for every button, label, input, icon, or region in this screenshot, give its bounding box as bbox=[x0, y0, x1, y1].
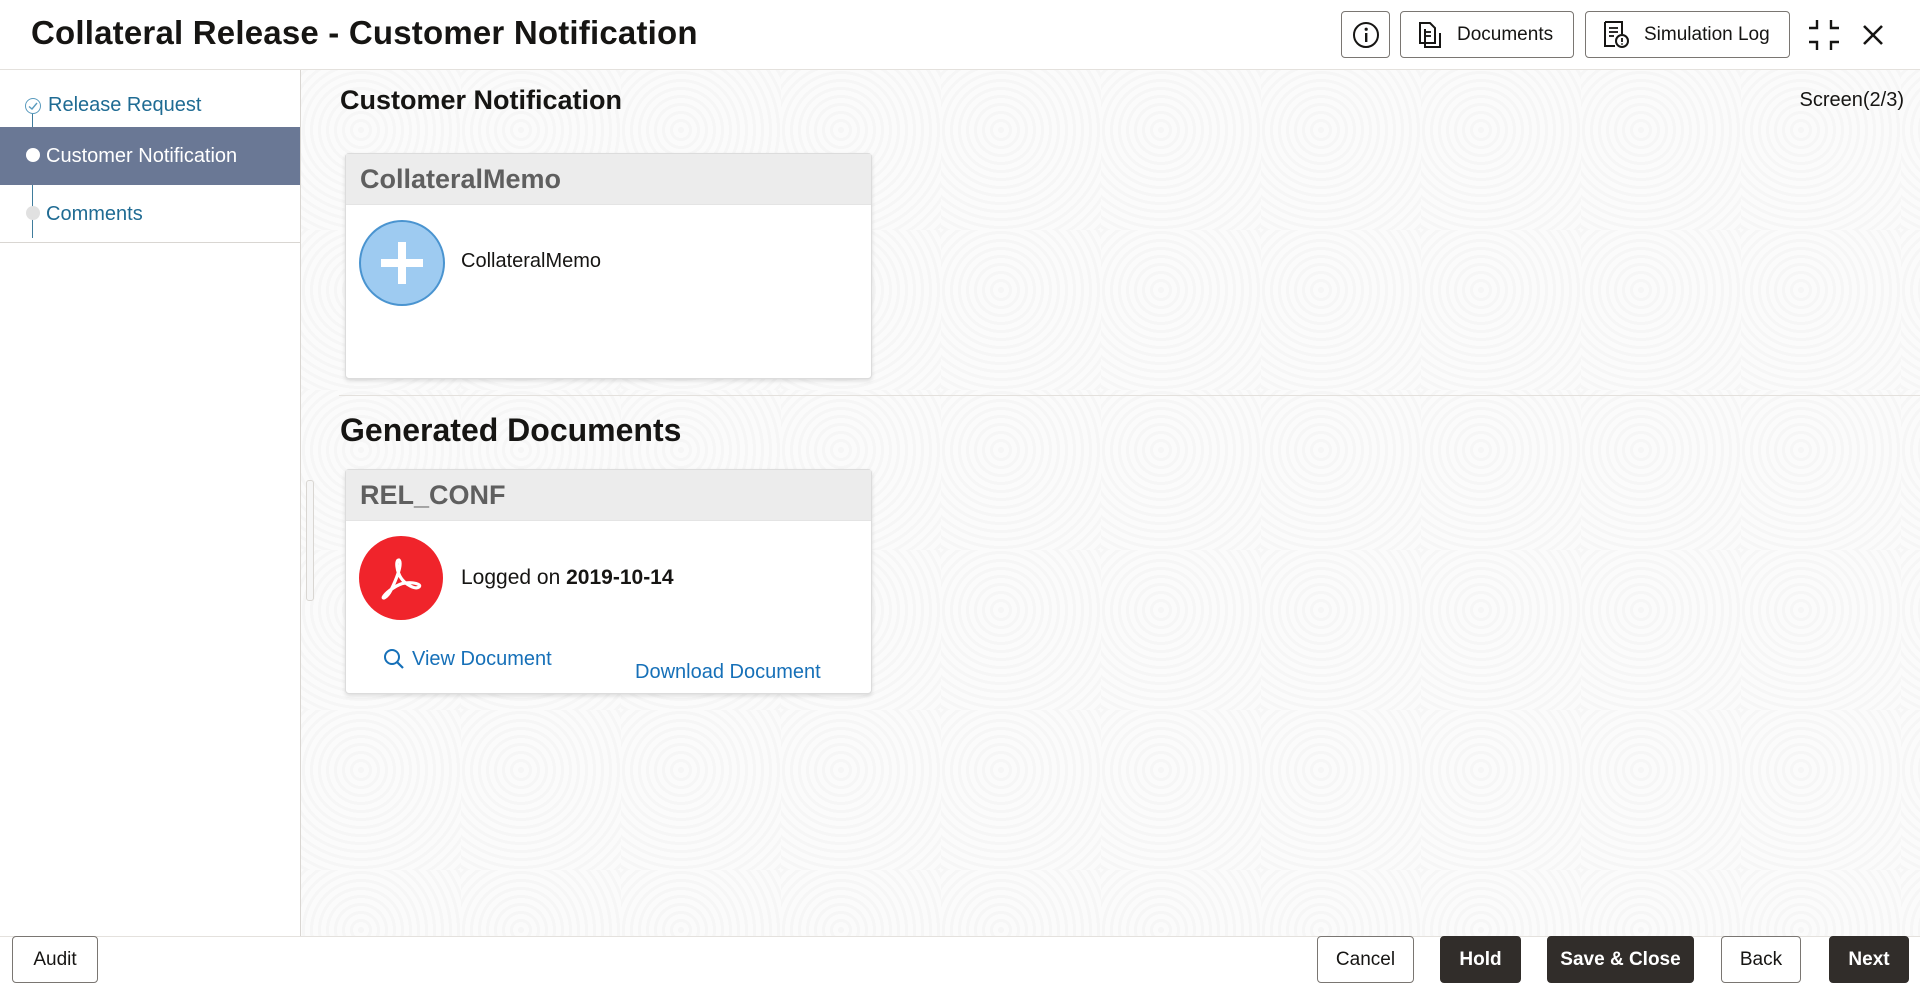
generated-document-card: REL_CONF Logged on 2019-10-14 View Docum… bbox=[345, 469, 872, 694]
panel-resize-handle[interactable] bbox=[306, 480, 314, 601]
generated-documents-title: Generated Documents bbox=[340, 412, 682, 448]
simulation-log-button[interactable]: Simulation Log bbox=[1585, 11, 1790, 58]
close-icon[interactable] bbox=[1858, 20, 1888, 50]
back-button[interactable]: Back bbox=[1721, 936, 1801, 983]
sidebar-item-customer-notification[interactable]: Customer Notification bbox=[0, 127, 300, 185]
plus-icon bbox=[381, 242, 423, 284]
hold-button[interactable]: Hold bbox=[1440, 936, 1521, 983]
main-content: Customer Notification Screen(2/3) Collat… bbox=[301, 70, 1920, 936]
cancel-button[interactable]: Cancel bbox=[1317, 936, 1414, 983]
sidebar-item-release-request[interactable]: Release Request bbox=[0, 80, 300, 132]
search-icon bbox=[384, 649, 404, 669]
header-bar: Collateral Release - Customer Notificati… bbox=[0, 0, 1920, 70]
documents-icon bbox=[1419, 21, 1441, 48]
page-title: Collateral Release - Customer Notificati… bbox=[31, 14, 698, 51]
sidebar-item-label: Comments bbox=[46, 203, 143, 225]
pdf-icon bbox=[359, 536, 443, 620]
info-icon bbox=[1352, 21, 1379, 48]
documents-label: Documents bbox=[1457, 23, 1554, 45]
save-close-button[interactable]: Save & Close bbox=[1547, 936, 1694, 983]
view-document-label: View Document bbox=[412, 647, 552, 670]
next-button[interactable]: Next bbox=[1829, 936, 1909, 983]
card-title: CollateralMemo bbox=[346, 154, 871, 205]
logged-date: 2019-10-14 bbox=[566, 566, 674, 589]
sidebar-item-comments[interactable]: Comments bbox=[0, 185, 300, 243]
simulation-log-icon bbox=[1604, 20, 1629, 48]
add-memo-button[interactable] bbox=[359, 220, 445, 306]
section-divider bbox=[339, 395, 1920, 396]
sidebar: Release Request Customer Notification Co… bbox=[0, 70, 301, 936]
screen-counter: Screen(2/3) bbox=[1799, 89, 1905, 111]
pending-step-dot-icon bbox=[26, 206, 40, 220]
memo-item-label: CollateralMemo bbox=[461, 250, 602, 272]
info-button[interactable] bbox=[1341, 11, 1390, 58]
card-title: REL_CONF bbox=[346, 470, 871, 521]
collateral-memo-card: CollateralMemo CollateralMemo bbox=[345, 153, 872, 379]
view-document-link[interactable]: View Document bbox=[382, 647, 552, 671]
sidebar-item-label: Customer Notification bbox=[46, 145, 238, 167]
active-step-dot-icon bbox=[26, 148, 40, 162]
download-document-link[interactable]: Download Document bbox=[635, 661, 821, 684]
logged-prefix: Logged on bbox=[461, 566, 561, 589]
section-title: Customer Notification bbox=[340, 85, 623, 115]
audit-button[interactable]: Audit bbox=[12, 936, 98, 983]
sidebar-item-label: Release Request bbox=[48, 94, 202, 116]
documents-button[interactable]: Documents bbox=[1400, 11, 1574, 58]
simulation-log-label: Simulation Log bbox=[1644, 23, 1770, 45]
completed-check-icon bbox=[25, 98, 41, 114]
collapse-icon[interactable] bbox=[1807, 18, 1841, 52]
logged-on-text: Logged on 2019-10-14 bbox=[461, 566, 674, 590]
